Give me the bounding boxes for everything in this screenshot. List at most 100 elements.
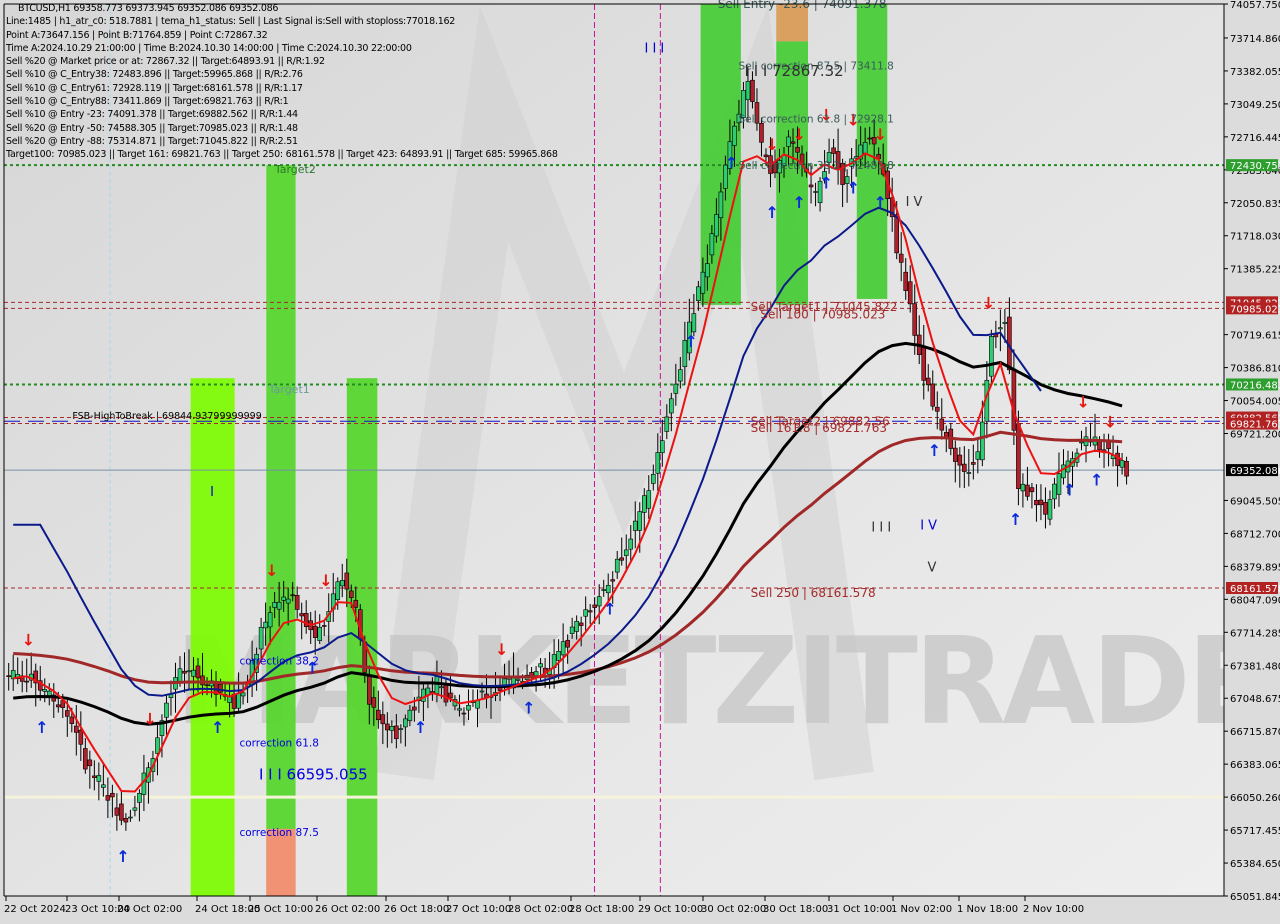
x-tick-label: 29 Oct 10:00	[638, 904, 703, 915]
bear-candle	[1106, 441, 1111, 450]
chart-annotation: correction 61.8	[239, 738, 318, 750]
bull-candle	[1079, 441, 1084, 444]
bear-candle	[831, 147, 836, 154]
chart-annotation: 0 Non Sell Info	[602, 0, 682, 3]
bull-candle	[1061, 464, 1066, 479]
bull-candle	[398, 728, 404, 730]
bull-candle	[556, 651, 561, 661]
chart-annotation: I I I	[871, 521, 891, 536]
bull-candle	[664, 416, 670, 432]
info-line: Point A:73647.156 | Point B:71764.859 | …	[6, 29, 268, 41]
bear-candle	[1115, 452, 1120, 467]
y-tick-label: 71718.030	[1230, 232, 1280, 243]
bull-candle	[569, 626, 575, 634]
bear-candle	[912, 303, 918, 336]
bear-candle	[114, 807, 120, 816]
bear-candle	[204, 684, 210, 687]
chart-annotation: I I I 66595.055	[259, 765, 368, 783]
bull-candle	[696, 286, 701, 301]
bear-candle	[903, 271, 909, 291]
bull-candle	[421, 688, 426, 702]
x-tick-label: 22 Oct 2024	[4, 904, 66, 915]
info-line: Sell %10 @ Entry -23: 74091.378 || Targe…	[6, 109, 298, 121]
bull-candle	[335, 581, 341, 601]
y-tick-label: 65717.455	[1230, 826, 1280, 837]
bull-candle	[272, 602, 277, 608]
bull-candle	[389, 725, 395, 731]
bull-candle	[709, 233, 715, 256]
bear-candle	[312, 625, 318, 638]
chart-annotation: Sell Entry -23.6 | 74091.378	[718, 0, 887, 11]
bull-candle	[177, 668, 183, 682]
bear-candle	[443, 684, 449, 703]
bear-candle	[6, 675, 11, 677]
bull-candle	[466, 705, 471, 711]
sell-arrow-icon: ↓	[765, 135, 778, 154]
x-tick-label: 2 Nov 10:00	[1023, 904, 1084, 915]
bull-candle	[628, 538, 634, 550]
bear-candle	[921, 347, 927, 381]
sell-arrow-icon: ↓	[22, 630, 35, 649]
bull-candle	[646, 490, 652, 509]
y-tick-label: 68712.700	[1230, 529, 1280, 540]
bear-candle	[200, 675, 205, 686]
info-line: Time A:2024.10.29 21:00:00 | Time B:2024…	[6, 42, 412, 54]
bear-candle	[759, 122, 764, 143]
chart-annotation: Target1	[268, 383, 310, 396]
y-tick-label: 67381.480	[1230, 661, 1280, 672]
bull-candle	[155, 737, 160, 754]
y-tick-label: 65384.650	[1230, 859, 1280, 870]
buy-arrow-icon: ↑	[874, 193, 887, 212]
bear-candle	[299, 613, 304, 617]
y-tick-label: 71385.225	[1230, 265, 1280, 276]
y-tick-label: 66050.260	[1230, 793, 1280, 804]
y-tick-label: 70054.005	[1230, 397, 1280, 408]
chart-annotation: FSB-HighToBreak | 69844.93799999999	[72, 411, 261, 422]
bull-candle	[317, 626, 323, 641]
y-tick-label: 73382.055	[1230, 67, 1280, 78]
buy-arrow-icon: ↑	[765, 203, 778, 222]
bull-candle	[236, 692, 241, 709]
bull-candle	[660, 440, 665, 454]
y-tick-label: 66383.065	[1230, 760, 1280, 771]
buy-arrow-icon: ↑	[793, 193, 806, 212]
bear-candle	[795, 147, 800, 153]
bull-candle	[267, 612, 273, 628]
sell-arrow-icon: ↓	[982, 294, 995, 313]
y-tick-label: 73049.250	[1230, 100, 1280, 111]
info-line: Line:1485 | h1_atr_c0: 518.7881 | tema_h…	[6, 16, 456, 28]
chart-annotation: Target2	[274, 163, 316, 176]
sell-arrow-icon: ↓	[793, 125, 806, 144]
bear-candle	[957, 454, 963, 466]
bear-candle	[182, 670, 187, 674]
bear-candle	[907, 281, 913, 305]
bull-candle	[705, 263, 710, 278]
bear-candle	[87, 759, 93, 767]
buy-arrow-icon: ↑	[1063, 480, 1076, 499]
bull-candle	[191, 669, 196, 677]
bear-candle	[1124, 461, 1129, 477]
bear-candle	[119, 803, 124, 821]
bull-candle	[718, 191, 724, 218]
bear-candle	[1025, 484, 1030, 497]
bull-candle	[975, 451, 981, 460]
bear-candle	[894, 214, 899, 254]
info-line: Sell %20 @ Market price or at: 72867.32 …	[6, 56, 325, 68]
bear-candle	[105, 795, 111, 801]
bear-candle	[412, 706, 417, 711]
x-tick-label: 26 Oct 02:00	[315, 904, 380, 915]
buy-arrow-icon: ↑	[847, 178, 860, 197]
y-tick-label: 72716.445	[1230, 133, 1280, 144]
bear-candle	[371, 697, 377, 708]
bear-candle	[380, 714, 386, 725]
bear-candle	[448, 692, 453, 699]
bull-candle	[601, 589, 607, 591]
bull-candle	[258, 626, 264, 650]
bull-candle	[407, 709, 413, 721]
bull-candle	[813, 191, 818, 193]
buy-arrow-icon: ↑	[1009, 510, 1022, 529]
bear-candle	[1038, 499, 1044, 506]
bull-candle	[132, 807, 138, 811]
bear-candle	[934, 406, 940, 412]
info-line: Target100: 70985.023 || Target 161: 6982…	[6, 149, 558, 161]
